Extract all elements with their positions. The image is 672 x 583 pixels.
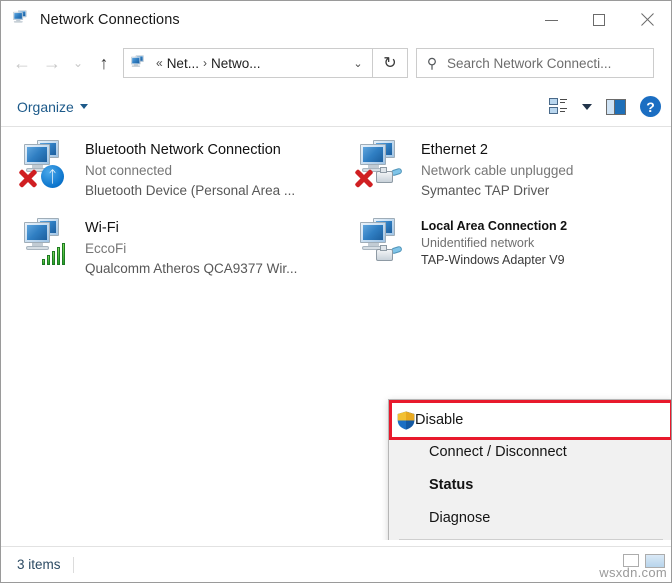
connection-name: Ethernet 2 <box>421 140 573 161</box>
window-title: Network Connections <box>40 12 180 28</box>
breadcrumb-overflow-chevrons[interactable]: « <box>156 56 163 70</box>
connection-status: Network cable unplugged <box>421 161 573 181</box>
network-connections-icon <box>12 11 30 29</box>
connection-status: Not connected <box>85 161 295 181</box>
navigation-bar: ← → ⌄ ↑ « Net... › Netwo... ⌄ ↻ <box>1 39 671 87</box>
context-menu-separator <box>399 539 663 540</box>
address-bar[interactable]: « Net... › Netwo... ⌄ ↻ <box>123 48 408 78</box>
network-adapter-icon <box>351 215 415 277</box>
connection-status: EccoFi <box>85 239 297 259</box>
ethernet-plug-icon <box>376 245 402 263</box>
network-adapter-icon <box>15 215 79 277</box>
network-adapter-icon <box>351 137 415 199</box>
address-dropdown-icon[interactable]: ⌄ <box>344 49 372 77</box>
organize-label: Organize <box>17 99 74 115</box>
refresh-icon[interactable]: ↻ <box>372 49 407 77</box>
up-button[interactable]: ↑ <box>89 48 119 78</box>
forward-button[interactable]: → <box>37 48 67 78</box>
list-item[interactable]: Local Area Connection 2 Unidentified net… <box>337 211 671 289</box>
close-button[interactable] <box>623 1 671 39</box>
connection-name: Local Area Connection 2 <box>421 218 567 235</box>
watermark-text: wsxdn.com <box>599 565 667 580</box>
organize-button[interactable]: Organize <box>17 99 88 115</box>
help-icon[interactable]: ? <box>640 96 661 117</box>
breadcrumb-separator: › <box>203 56 207 70</box>
context-menu-label: Connect / Disconnect <box>429 444 567 460</box>
caption-buttons <box>527 1 671 39</box>
context-menu-item-status[interactable]: Status <box>389 468 671 501</box>
breadcrumb[interactable]: « Net... › Netwo... <box>124 49 344 77</box>
item-count: 3 items <box>17 557 61 572</box>
connection-device: Symantec TAP Driver <box>421 181 573 201</box>
network-connections-window: Network Connections ← → ⌄ ↑ « Net.. <box>0 0 672 583</box>
chevron-down-icon <box>80 104 88 109</box>
command-bar-right: ? <box>549 96 661 117</box>
list-item[interactable]: ᛏ Bluetooth Network Connection Not conne… <box>1 133 337 211</box>
minimize-button[interactable] <box>527 1 575 39</box>
list-item[interactable]: Ethernet 2 Network cable unplugged Syman… <box>337 133 671 211</box>
connection-name: Bluetooth Network Connection <box>85 140 295 161</box>
context-menu-label: Diagnose <box>429 510 490 526</box>
title-bar: Network Connections <box>1 1 671 39</box>
connection-device: Qualcomm Atheros QCA9377 Wir... <box>85 259 297 279</box>
back-button[interactable]: ← <box>7 48 37 78</box>
list-item-text: Wi-Fi EccoFi Qualcomm Atheros QCA9377 Wi… <box>79 215 297 289</box>
view-layout-icon[interactable] <box>549 98 568 115</box>
connection-device: TAP-Windows Adapter V9 <box>421 252 567 269</box>
disconnected-x-icon <box>353 167 375 189</box>
network-adapter-icon: ᛏ <box>15 137 79 199</box>
context-menu-label: Status <box>429 477 473 493</box>
uac-shield-icon <box>397 411 415 430</box>
breadcrumb-item-network-connections[interactable]: Netwo... <box>211 56 261 71</box>
view-options-dropdown-icon[interactable] <box>582 104 592 110</box>
search-icon: ⚲ <box>417 55 447 72</box>
disconnected-x-icon <box>17 167 39 189</box>
command-bar: Organize ? <box>1 87 671 127</box>
bluetooth-icon: ᛏ <box>41 165 64 188</box>
status-divider <box>73 557 74 573</box>
recent-locations-button[interactable]: ⌄ <box>67 48 89 78</box>
disable-highlight-box[interactable]: Disable <box>389 400 671 440</box>
context-menu-item-diagnose[interactable]: Diagnose <box>389 501 671 534</box>
connections-grid: ᛏ Bluetooth Network Connection Not conne… <box>1 127 671 289</box>
list-item[interactable]: Wi-Fi EccoFi Qualcomm Atheros QCA9377 Wi… <box>1 211 337 289</box>
connection-device: Bluetooth Device (Personal Area ... <box>85 181 295 201</box>
connection-name: Wi-Fi <box>85 218 297 239</box>
search-placeholder: Search Network Connecti... <box>447 56 611 71</box>
list-item-text: Local Area Connection 2 Unidentified net… <box>415 215 567 289</box>
address-bar-icon <box>130 55 147 72</box>
list-item-text: Ethernet 2 Network cable unplugged Syman… <box>415 137 573 211</box>
breadcrumb-item-network[interactable]: Net... <box>167 56 199 71</box>
preview-pane-icon[interactable] <box>606 99 626 115</box>
ethernet-plug-icon <box>376 167 402 185</box>
maximize-button[interactable] <box>575 1 623 39</box>
wifi-signal-icon <box>42 243 66 265</box>
search-input[interactable]: ⚲ Search Network Connecti... <box>416 48 654 78</box>
list-item-text: Bluetooth Network Connection Not connect… <box>79 137 295 211</box>
context-menu-label: Disable <box>415 412 463 428</box>
connections-list: ᛏ Bluetooth Network Connection Not conne… <box>1 127 671 540</box>
status-bar: 3 items wsxdn.com <box>1 546 672 582</box>
connection-status: Unidentified network <box>421 235 567 252</box>
